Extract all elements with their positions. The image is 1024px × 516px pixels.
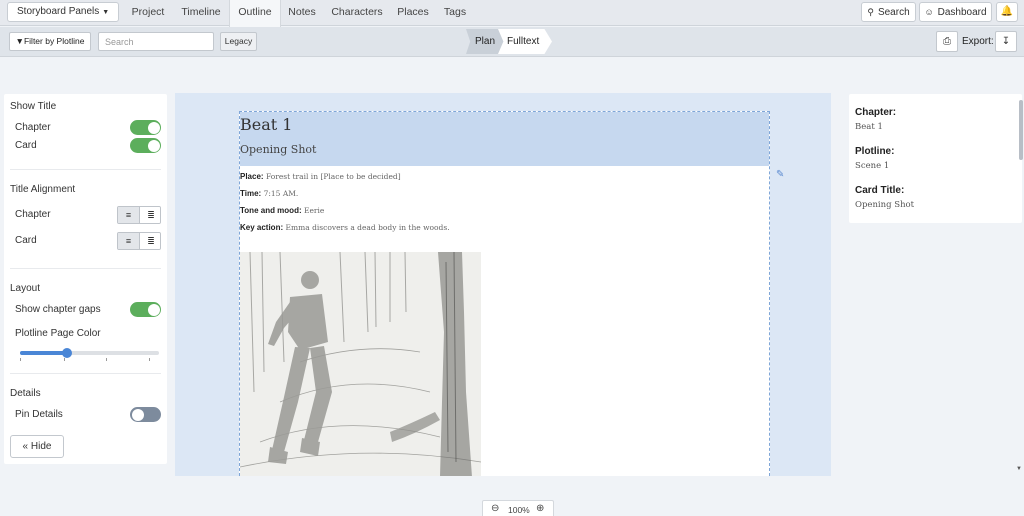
search-icon: ⚲ (867, 7, 874, 17)
details-card-title-label: Card Title: (855, 185, 905, 196)
divider (10, 169, 161, 170)
show-title-chapter-label: Chapter (15, 122, 51, 133)
search-button[interactable]: ⚲ Search (861, 2, 916, 22)
pin-details-toggle[interactable] (130, 407, 161, 422)
alignment-chapter-label: Chapter (15, 209, 51, 220)
zoom-in-icon[interactable]: ⊕ (536, 503, 544, 514)
field-time: Time: 7:15 AM. (240, 189, 298, 198)
outline-canvas: Beat 1 Opening Shot Place: Forest trail … (175, 93, 831, 476)
search-button-label: Search (877, 7, 910, 18)
card-header: Beat 1 Opening Shot (240, 112, 769, 166)
hide-label: Hide (30, 441, 52, 452)
show-title-card-label: Card (15, 140, 37, 151)
tab-characters[interactable]: Characters (327, 0, 387, 26)
tab-tags[interactable]: Tags (440, 0, 470, 26)
plotline-page-color-slider[interactable] (20, 348, 159, 358)
show-title-heading: Show Title (10, 101, 57, 112)
divider (10, 373, 161, 374)
export-button[interactable]: ↧ (995, 31, 1017, 52)
align-center-icon[interactable]: ≣ (140, 233, 160, 249)
show-chapter-gaps-label: Show chapter gaps (15, 304, 101, 315)
display-options-panel: Show Title Chapter Card Title Alignment … (4, 94, 167, 464)
hide-panel-button[interactable]: « Hide (10, 435, 64, 458)
field-place: Place: Forest trail in [Place to be deci… (240, 172, 401, 181)
page-scrollbar[interactable] (1019, 100, 1023, 160)
zoom-out-icon[interactable]: ⊖ (491, 503, 499, 514)
filter-icon: ▼ (15, 36, 24, 46)
field-tone: Tone and mood: Eerie (240, 206, 324, 215)
field-value: Forest trail in [Place to be decided] (265, 172, 401, 181)
export-label: Export: (962, 36, 994, 47)
field-label: Time: (240, 189, 262, 198)
details-chapter-label: Chapter: (855, 107, 897, 118)
title-alignment-heading: Title Alignment (10, 184, 76, 195)
project-menu-label: Storyboard Panels (17, 6, 100, 17)
zoom-level: 100% (508, 505, 530, 515)
double-chevron-left-icon: « (22, 441, 29, 452)
chapter-title: Beat 1 (240, 115, 293, 134)
slider-tick (149, 358, 150, 361)
field-value: Emma discovers a dead body in the woods. (285, 223, 450, 232)
zoom-control: ⊖ 100% ⊕ (482, 500, 554, 516)
field-label: Tone and mood: (240, 206, 302, 215)
show-title-chapter-toggle[interactable] (130, 120, 161, 135)
field-label: Key action: (240, 223, 284, 232)
dashboard-button[interactable]: ☺ Dashboard (919, 2, 992, 22)
print-button[interactable]: ⎙ (936, 31, 958, 52)
plotline-page-color-label: Plotline Page Color (15, 328, 101, 339)
legacy-button[interactable]: Legacy (220, 32, 257, 51)
mode-fulltext[interactable]: Fulltext (498, 29, 552, 54)
field-key-action: Key action: Emma discovers a dead body i… (240, 223, 450, 232)
tab-timeline[interactable]: Timeline (176, 0, 226, 26)
filter-label: Filter by Plotline (23, 36, 85, 46)
slider-fill (20, 351, 68, 355)
show-title-card-toggle[interactable] (130, 138, 161, 153)
tab-outline[interactable]: Outline (229, 0, 281, 27)
field-value: 7:15 AM. (263, 189, 299, 198)
slider-tick (106, 358, 107, 361)
details-chapter-value: Beat 1 (855, 122, 883, 132)
tab-notes[interactable]: Notes (283, 0, 321, 26)
printer-icon: ⎙ (943, 36, 951, 47)
card-alignment-group: ≡ ≣ (117, 232, 161, 250)
pin-details-label: Pin Details (15, 409, 63, 420)
user-icon: ☺ (924, 7, 934, 17)
card-details-panel: Chapter: Beat 1 Plotline: Scene 1 Card T… (849, 94, 1022, 223)
caret-down-icon: ▼ (102, 9, 110, 16)
tab-project[interactable]: Project (124, 0, 172, 26)
beat-card[interactable]: Beat 1 Opening Shot Place: Forest trail … (239, 111, 770, 476)
notifications-button[interactable]: 🔔 (996, 2, 1018, 22)
divider (10, 268, 161, 269)
dashboard-button-label: Dashboard (937, 7, 987, 18)
filter-by-plotline-button[interactable]: ▼Filter by Plotline (9, 32, 91, 51)
project-menu-button[interactable]: Storyboard Panels ▼ (7, 2, 120, 22)
details-card-title-value: Opening Shot (855, 200, 915, 210)
slider-tick (20, 358, 21, 361)
scroll-down-arrow-icon[interactable]: ▼ (1016, 466, 1022, 472)
details-plotline-value: Scene 1 (855, 161, 890, 171)
tab-places[interactable]: Places (393, 0, 433, 26)
field-label: Place: (240, 172, 264, 181)
show-chapter-gaps-toggle[interactable] (130, 302, 161, 317)
field-value: Eerie (304, 206, 325, 215)
details-heading: Details (10, 388, 41, 399)
export-icon: ↧ (1001, 36, 1011, 47)
align-center-icon[interactable]: ≣ (140, 207, 160, 223)
edit-pencil-icon[interactable]: ✎ (776, 169, 784, 180)
align-left-icon[interactable]: ≡ (118, 207, 140, 223)
top-nav-bar: Storyboard Panels ▼ Project Timeline Outl… (0, 0, 1024, 27)
card-title: Opening Shot (240, 143, 317, 156)
slider-tick (64, 358, 65, 361)
chapter-alignment-group: ≡ ≣ (117, 206, 161, 224)
alignment-card-label: Card (15, 235, 37, 246)
align-left-icon[interactable]: ≡ (118, 233, 140, 249)
details-plotline-label: Plotline: (855, 146, 895, 157)
outline-toolbar: ▼Filter by Plotline Legacy Plan Fulltext… (0, 27, 1024, 57)
outline-search-input[interactable] (98, 32, 214, 51)
storyboard-sketch-image (240, 252, 481, 476)
bell-icon: 🔔 (1000, 6, 1014, 17)
sketch-illustration (240, 252, 481, 476)
layout-heading: Layout (10, 283, 41, 294)
slider-thumb[interactable] (62, 348, 73, 358)
